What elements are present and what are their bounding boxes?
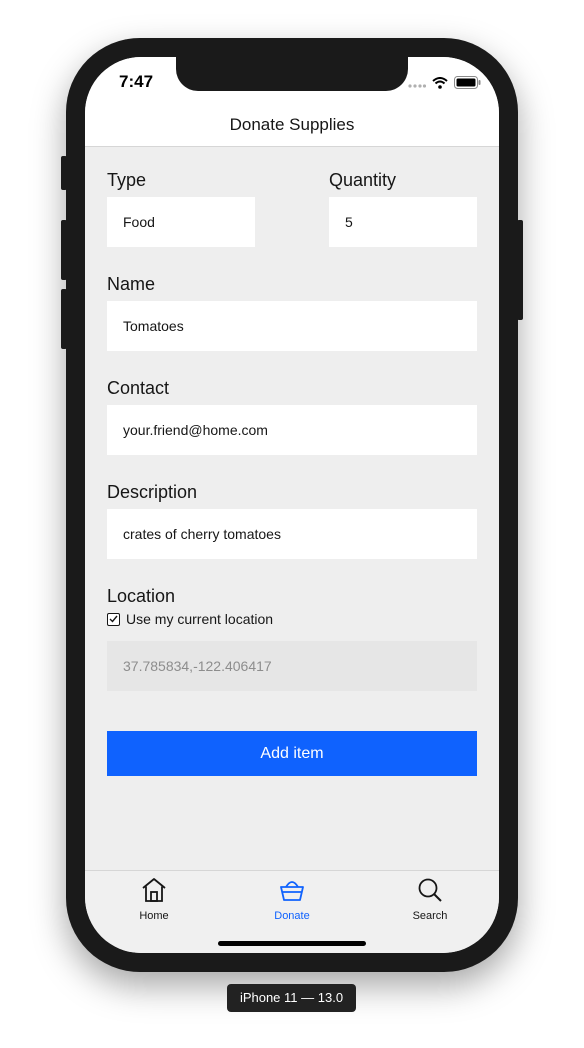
page-title: Donate Supplies [229, 115, 355, 134]
home-indicator [218, 941, 366, 946]
volume-down-button [61, 289, 67, 349]
search-icon [416, 878, 444, 907]
app-screen: 7:47 Donate Supplies Type Food Quantity … [85, 57, 499, 953]
power-button [517, 220, 523, 320]
use-location-checkbox[interactable] [107, 612, 120, 626]
status-icons [408, 76, 481, 94]
contact-label: Contact [107, 378, 170, 398]
location-label: Location [107, 586, 176, 606]
tab-donate[interactable]: Donate [242, 877, 342, 922]
contact-field[interactable]: your.friend@home.com [107, 405, 477, 455]
checkmark-icon [109, 615, 118, 623]
quantity-label: Quantity [329, 170, 397, 190]
add-item-button[interactable]: Add item [107, 731, 477, 776]
description-field[interactable]: crates of cherry tomatoes [107, 509, 477, 559]
location-field: 37.785834,-122.406417 [107, 641, 477, 691]
wifi-icon [432, 76, 448, 94]
basket-icon [278, 881, 306, 907]
name-field[interactable]: Tomatoes [107, 301, 477, 351]
tab-search[interactable]: Search [380, 877, 480, 922]
type-label: Type [107, 170, 147, 190]
volume-up-button [61, 220, 67, 280]
tab-home-label: Home [139, 910, 169, 922]
tab-home[interactable]: Home [104, 877, 204, 922]
notch [176, 57, 408, 91]
home-icon [140, 878, 168, 907]
device-label: iPhone 11 — 13.0 [227, 984, 356, 1012]
battery-icon [454, 76, 481, 94]
silent-switch [61, 156, 67, 190]
name-label: Name [107, 274, 156, 294]
tab-donate-label: Donate [274, 910, 310, 922]
type-field[interactable]: Food [107, 197, 255, 247]
status-time: 7:47 [119, 72, 154, 91]
tab-search-label: Search [412, 910, 448, 922]
description-label: Description [107, 482, 198, 502]
signal-icon [408, 76, 427, 94]
use-location-row[interactable]: Use my current location [107, 611, 273, 627]
quantity-field[interactable]: 5 [329, 197, 477, 247]
use-location-label: Use my current location [126, 611, 274, 627]
navigation-bar: Donate Supplies [85, 107, 499, 147]
